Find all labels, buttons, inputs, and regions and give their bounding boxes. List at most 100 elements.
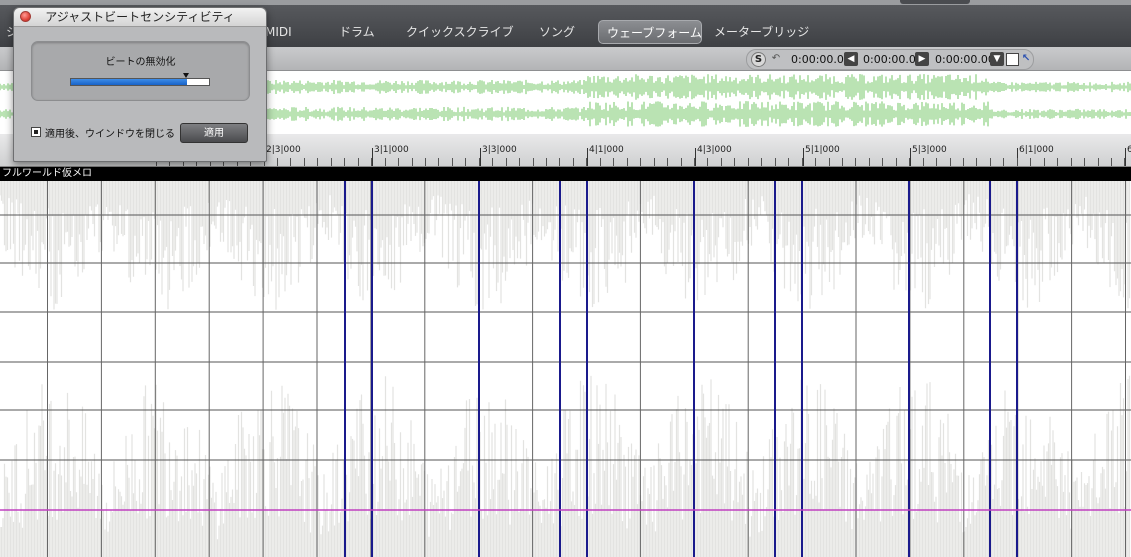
time-display-3: 0:00:00.00 [935,53,995,66]
ruler-minor-tick [640,158,641,166]
ruler-minor-tick [613,158,614,166]
ruler-minor-tick [1124,158,1125,166]
tab-drums[interactable]: ドラム [331,20,383,44]
ruler-minor-tick [331,158,332,166]
ruler-label: 5|1|000 [805,145,840,155]
sensitivity-slider[interactable] [70,73,210,86]
ruler-minor-tick [963,158,964,166]
slider-thumb-icon[interactable] [183,73,189,78]
adjust-beat-sensitivity-dialog: アジャストビートセンシティビティ ビートの無効化 適用後、ウインドウを閉じる 適… [13,7,267,162]
sensitivity-label: ビートの無効化 [105,57,176,68]
sensitivity-panel: ビートの無効化 [31,41,250,101]
ruler-minor-tick [358,158,359,166]
ruler-minor-tick [492,158,493,166]
ruler-minor-tick [398,158,399,166]
undo-icon[interactable]: ↶ [769,52,783,66]
ruler-minor-tick [802,158,803,166]
track-name-strip: フルワールド仮メロ [0,167,1131,181]
ruler-minor-tick [519,158,520,166]
ruler-minor-tick [694,158,695,166]
ruler-minor-tick [371,158,372,166]
ruler-minor-tick [290,158,291,166]
ruler-minor-tick [627,158,628,166]
top-strip [0,0,1131,5]
ruler-label: 3|3|000 [482,145,517,155]
slider-fill [71,79,187,85]
ruler-label: 4|3|000 [697,145,732,155]
ruler-minor-tick [788,158,789,166]
ruler-label: 5|3|000 [912,145,947,155]
apply-button[interactable]: 適用 [180,123,248,143]
ruler-minor-tick [438,158,439,166]
ruler-minor-tick [1017,158,1018,166]
ruler-major-tick [803,148,804,166]
ruler-major-tick [695,148,696,166]
ruler-minor-tick [815,158,816,166]
ruler-minor-tick [1084,158,1085,166]
ruler-minor-tick [761,158,762,166]
time-display-1: 0:00:00.00 [791,53,851,66]
ruler-major-tick [910,148,911,166]
ruler-minor-tick [1003,158,1004,166]
waveform-lower [0,375,1131,557]
ruler-minor-tick [896,158,897,166]
ruler-minor-tick [1071,158,1072,166]
tab-meter-bridge[interactable]: メーターブリッジ [706,20,817,44]
main-waveform-graphic [0,181,1131,557]
tab-waveform[interactable]: ウェーブフォーム [598,20,702,44]
ruler-minor-tick [1044,158,1045,166]
ruler-minor-tick [829,158,830,166]
close-after-apply-checkbox[interactable] [31,127,41,137]
right-arrow-icon[interactable]: ▶ [915,52,929,66]
loop-icon[interactable]: ↖ [1019,52,1033,66]
ruler-minor-tick [707,158,708,166]
ruler-minor-tick [385,158,386,166]
ruler-minor-tick [546,158,547,166]
ruler-minor-tick [667,158,668,166]
s-button[interactable]: S [751,52,766,67]
ruler-minor-tick [842,158,843,166]
ruler-minor-tick [425,158,426,166]
tab-song[interactable]: ソング [531,20,583,44]
ruler-minor-tick [506,158,507,166]
ruler-minor-tick [344,158,345,166]
dialog-title: アジャストビートセンシティビティ [45,10,235,24]
ruler-minor-tick [681,158,682,166]
ruler-minor-tick [1111,158,1112,166]
close-icon[interactable] [20,11,31,22]
ruler-label: 6|1|000 [1019,145,1054,155]
stop-icon[interactable] [1006,53,1019,66]
ruler-minor-tick [1057,158,1058,166]
ruler-minor-tick [734,158,735,166]
main-waveform-view[interactable] [0,181,1131,557]
ruler-major-tick [587,148,588,166]
dropdown-icon[interactable]: ▼ [990,52,1004,66]
ruler-minor-tick [533,158,534,166]
tab-quickscribe[interactable]: クイックスクライブ [398,20,522,44]
ruler-minor-tick [909,158,910,166]
dialog-titlebar[interactable]: アジャストビートセンシティビティ [14,8,266,27]
ruler-minor-tick [586,158,587,166]
ruler-label: 4|1|000 [589,145,624,155]
track-name: フルワールド仮メロ [2,168,92,179]
ruler-minor-tick [936,158,937,166]
ruler-minor-tick [317,158,318,166]
ruler-minor-tick [304,158,305,166]
ruler-minor-tick [1030,158,1031,166]
time-controls: S ↶ 0:00:00.00 ◀ 0:00:00.00 ▶ 0:00:00.00… [746,49,1034,70]
ruler-minor-tick [452,158,453,166]
ruler-minor-tick [559,158,560,166]
ruler-minor-tick [465,158,466,166]
ruler-label: 6 [1127,145,1131,155]
ruler-label: 3|1|000 [374,145,409,155]
waveform-upper [0,181,1131,310]
time-display-2: 0:00:00.00 [863,53,923,66]
ruler-minor-tick [412,158,413,166]
ruler-minor-tick [855,158,856,166]
ruler-minor-tick [721,158,722,166]
left-arrow-icon[interactable]: ◀ [844,52,858,66]
ruler-major-tick [372,148,373,166]
ruler-major-tick [1125,148,1126,166]
scroll-knob[interactable] [900,0,970,4]
ruler-minor-tick [990,158,991,166]
